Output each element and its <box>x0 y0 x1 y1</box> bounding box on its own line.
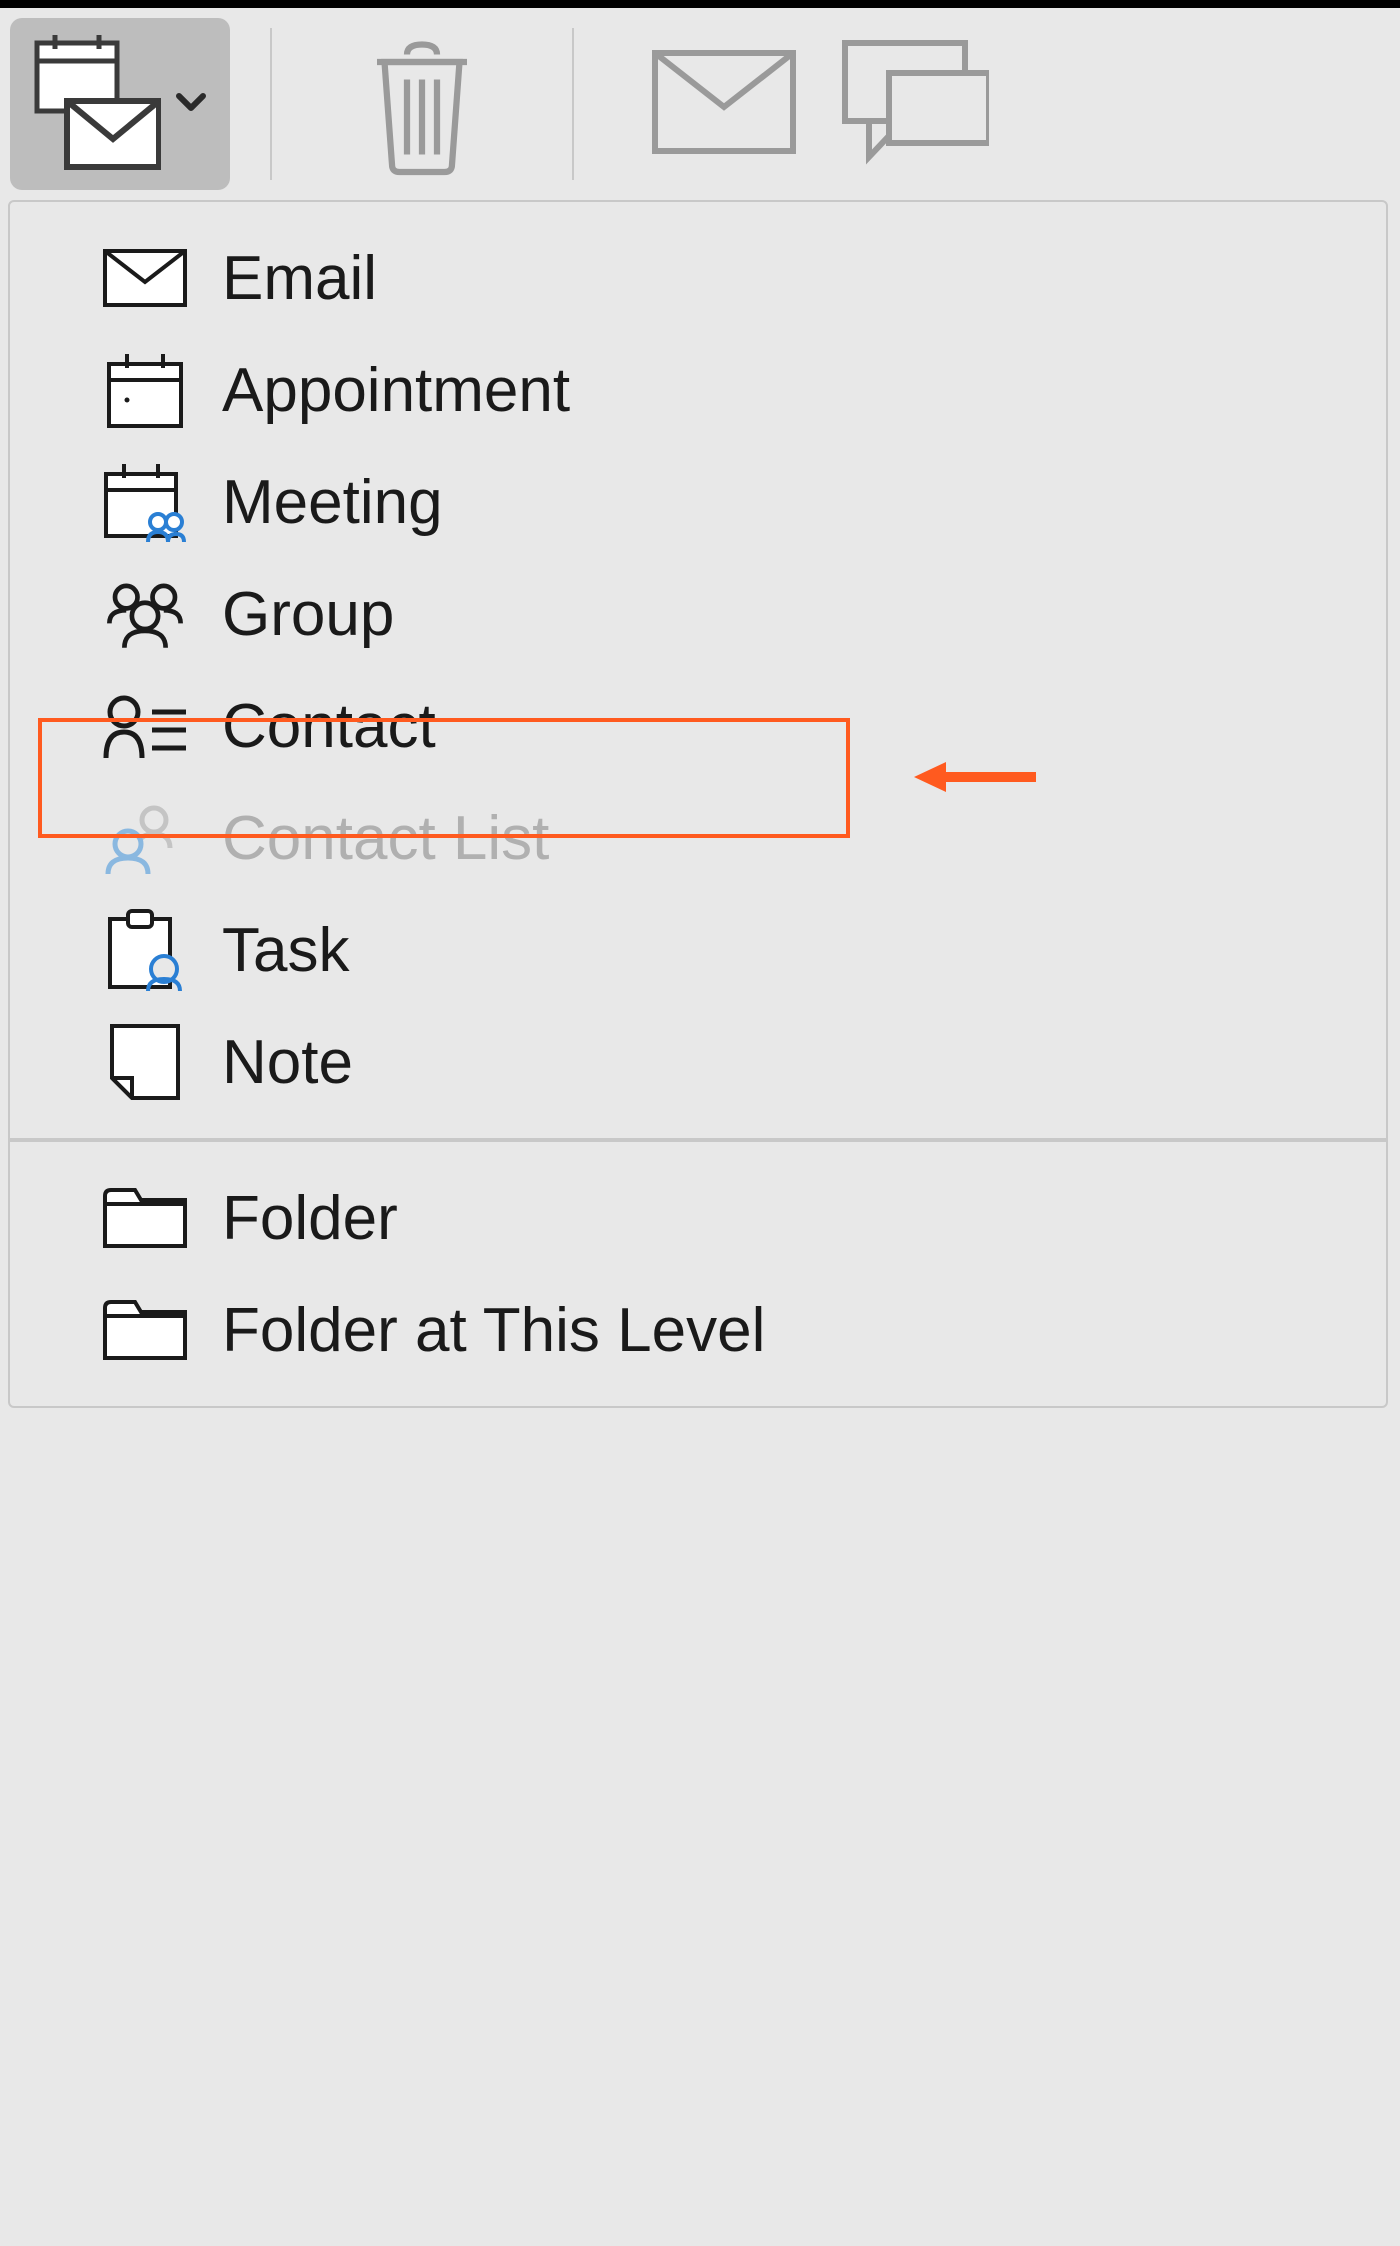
appointment-icon <box>100 352 190 428</box>
note-icon <box>100 1024 190 1100</box>
new-items-dropdown-menu: Email Appointment <box>8 200 1388 1408</box>
toolbar-separator <box>572 28 574 180</box>
folder-icon <box>100 1180 190 1256</box>
comment-icon <box>839 37 989 172</box>
comment-button[interactable] <box>834 8 994 200</box>
menu-item-folder-at-level[interactable]: Folder at This Level <box>10 1274 1386 1386</box>
toolbar-separator <box>270 28 272 180</box>
contact-list-icon <box>100 800 190 876</box>
menu-group-folders: Folder Folder at This Level <box>10 1142 1386 1406</box>
menu-item-label: Folder <box>222 1183 398 1254</box>
menu-item-label: Email <box>222 243 377 314</box>
trash-icon <box>357 27 487 182</box>
mail-button[interactable] <box>614 8 834 200</box>
menu-item-label: Task <box>222 915 349 986</box>
toolbar <box>0 8 1400 200</box>
chevron-down-icon <box>173 84 209 125</box>
menu-item-email[interactable]: Email <box>10 222 1386 334</box>
menu-item-contact-list: Contact List <box>10 782 1386 894</box>
menu-item-appointment[interactable]: Appointment <box>10 334 1386 446</box>
new-items-dropdown-button[interactable] <box>10 18 230 190</box>
menu-item-label: Group <box>222 579 394 650</box>
calendar-mail-stacked-icon <box>31 29 161 179</box>
window-top-border <box>0 0 1400 8</box>
menu-item-label: Meeting <box>222 467 443 538</box>
menu-item-task[interactable]: Task <box>10 894 1386 1006</box>
menu-item-label: Appointment <box>222 355 570 426</box>
email-icon <box>100 240 190 316</box>
menu-item-label: Contact <box>222 691 436 762</box>
menu-item-label: Contact List <box>222 803 549 874</box>
menu-group-create: Email Appointment <box>10 202 1386 1138</box>
group-icon <box>100 576 190 652</box>
meeting-icon <box>100 464 190 540</box>
delete-button[interactable] <box>312 8 532 200</box>
folder-level-icon <box>100 1292 190 1368</box>
contact-icon <box>100 688 190 764</box>
task-icon <box>100 912 190 988</box>
menu-item-folder[interactable]: Folder <box>10 1162 1386 1274</box>
menu-item-group[interactable]: Group <box>10 558 1386 670</box>
menu-item-note[interactable]: Note <box>10 1006 1386 1118</box>
menu-item-meeting[interactable]: Meeting <box>10 446 1386 558</box>
menu-item-label: Note <box>222 1027 353 1098</box>
menu-item-label: Folder at This Level <box>222 1295 765 1366</box>
envelope-icon <box>649 47 799 162</box>
menu-item-contact[interactable]: Contact <box>10 670 1386 782</box>
